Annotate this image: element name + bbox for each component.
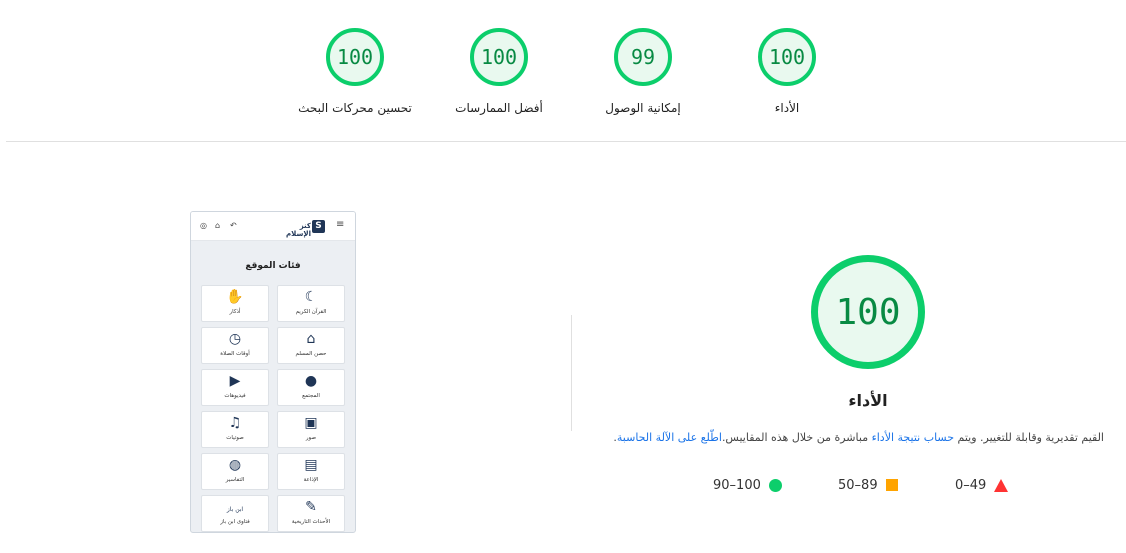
tile-adhkar: ✋ أذكار — [201, 285, 269, 322]
tile-label: حصن المسلم — [295, 351, 327, 357]
circle-icon — [768, 478, 782, 492]
site-logo: S — [312, 220, 325, 233]
tile-audio: ♫ صوتيات — [201, 411, 269, 448]
legend-fail-range: 0–49 — [955, 477, 987, 493]
vertical-divider — [571, 315, 572, 431]
best-practices-score[interactable]: 100 — [470, 28, 528, 86]
seo-label: تحسين محركات البحث — [298, 101, 412, 115]
calculator-link[interactable]: اطّلع على الآلة الحاسبة — [617, 431, 722, 444]
tile-label: فيديوهات — [224, 393, 246, 399]
video-icon: ▶ — [229, 373, 241, 389]
triangle-icon — [994, 478, 1009, 492]
scroll-icon: ✎ — [305, 499, 317, 515]
quran-icon: ☾ — [304, 289, 318, 305]
performance-title: الأداء — [848, 391, 888, 410]
praying-hands-icon: ✋ — [226, 289, 244, 305]
tile-label: الأحداث التاريخية — [291, 519, 331, 525]
menu-icon: ≡ — [336, 219, 345, 230]
performance-score[interactable]: 100 — [758, 28, 816, 86]
square-icon — [885, 479, 898, 491]
tile-label: التفاسير — [225, 477, 245, 483]
tile-tafsir: ◍ التفاسير — [201, 453, 269, 490]
preview-section-title: فئات الموقع — [245, 261, 301, 271]
tile-images: ▣ صور — [277, 411, 345, 448]
best-practices-label: أفضل الممارسات — [455, 101, 543, 115]
seo-score[interactable]: 100 — [326, 28, 384, 86]
tile-community: ● المجتمع — [277, 369, 345, 406]
tile-prayer-times: ◷ أوقات الصلاة — [201, 327, 269, 364]
legend-fail: 0–49 — [955, 477, 1009, 493]
tile-label: الإذاعة — [303, 477, 319, 483]
legend-pass-range: 90–100 — [713, 477, 761, 493]
music-icon: ♫ — [228, 415, 242, 431]
desc-text: مباشرة من خلال هذه المقاييس. — [721, 431, 872, 444]
desc-text: القيم تقديرية وقابلة للتغيير. ويتم — [954, 431, 1104, 444]
tile-history: ✎ الأحداث التاريخية — [277, 495, 345, 532]
tile-label: فتاوى ابن باز — [220, 519, 250, 525]
settings-icon: ◎ — [200, 221, 207, 230]
performance-big-gauge: 100 — [811, 255, 925, 369]
accessibility-label: إمكانية الوصول — [605, 101, 681, 115]
home-icon: ⌂ — [215, 221, 221, 230]
radio-icon: ▤ — [304, 457, 318, 473]
image-icon: ▣ — [304, 415, 318, 431]
site-logo-text: كنز الإسلام — [286, 222, 311, 238]
calligraphy-icon: ابن باز — [226, 506, 244, 513]
tile-label: أذكار — [229, 309, 241, 315]
preview-header: ◎ ⌂ ↶ كنز الإسلام S ≡ — [191, 212, 355, 241]
legend-pass: 90–100 — [713, 477, 782, 493]
performance-label: الأداء — [774, 101, 800, 115]
legend-average: 50–89 — [838, 477, 898, 493]
legend-average-range: 50–89 — [838, 477, 878, 493]
tile-videos: ▶ فيديوهات — [201, 369, 269, 406]
tile-label: المجتمع — [302, 393, 320, 399]
tile-label: القرآن الكريم — [295, 309, 327, 315]
tile-quran: ☾ القرآن الكريم — [277, 285, 345, 322]
score-calculation-link[interactable]: حساب نتيجة الأداء — [872, 431, 954, 444]
back-icon: ↶ — [230, 221, 237, 230]
tile-label: صوتيات — [226, 435, 244, 441]
tile-radio: ▤ الإذاعة — [277, 453, 345, 490]
clock-icon: ◷ — [228, 331, 242, 347]
globe-icon: ◍ — [228, 457, 242, 473]
divider — [6, 141, 1126, 142]
performance-description: القيم تقديرية وقابلة للتغيير. ويتم حساب … — [560, 430, 1104, 446]
accessibility-score[interactable]: 99 — [614, 28, 672, 86]
tile-hisn: ⌂ حصن المسلم — [277, 327, 345, 364]
page-screenshot-preview: ◎ ⌂ ↶ كنز الإسلام S ≡ فئات الموقع ☾ القر… — [190, 211, 356, 533]
chat-icon: ● — [304, 373, 318, 389]
mosque-icon: ⌂ — [306, 331, 316, 347]
tile-label: صور — [305, 435, 317, 441]
tile-label: أوقات الصلاة — [220, 351, 250, 357]
tile-fatawa: ابن باز فتاوى ابن باز — [201, 495, 269, 532]
